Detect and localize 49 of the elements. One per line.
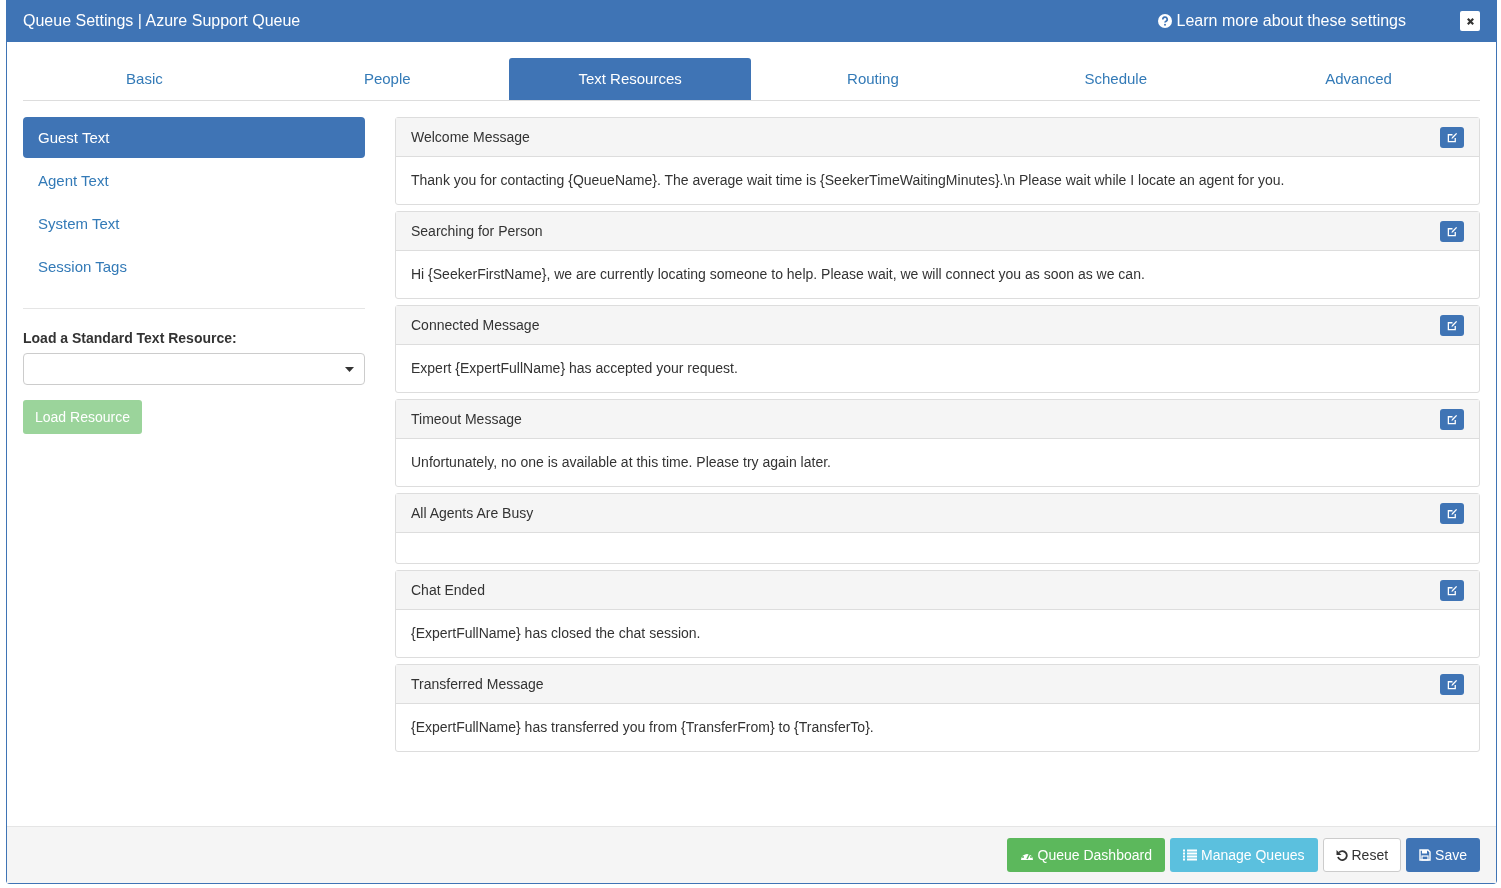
footer-button[interactable]: Queue Dashboard bbox=[1006, 838, 1165, 872]
caret-icon bbox=[345, 366, 354, 372]
panel-title: Connected Message bbox=[411, 317, 540, 333]
help-icon bbox=[1157, 14, 1172, 28]
close-icon bbox=[1465, 16, 1475, 26]
tab[interactable]: Text Resources bbox=[508, 58, 752, 100]
tab[interactable]: Advanced bbox=[1237, 58, 1480, 100]
edit-button[interactable] bbox=[1440, 408, 1464, 430]
edit-icon bbox=[1446, 225, 1458, 237]
edit-icon bbox=[1446, 413, 1458, 425]
edit-icon bbox=[1446, 584, 1458, 596]
message-text: Unfortunately, no one is available at this time. Please try again later. bbox=[411, 454, 831, 470]
message-text: Thank you for contacting {QueueName}. The average wait time is {SeekerTimeWaitingMinutes}.\n Please wait while I locate an agent for you. bbox=[411, 172, 1285, 188]
help-link[interactable]: Learn more about these settings bbox=[1157, 12, 1406, 30]
edit-icon bbox=[1446, 678, 1458, 690]
panel-title: Searching for Person bbox=[411, 223, 543, 239]
tab[interactable]: Basic bbox=[23, 58, 266, 100]
message-text: Expert {ExpertFullName} has accepted your request. bbox=[411, 360, 738, 376]
undo-icon bbox=[1335, 849, 1348, 861]
sidebar-item[interactable]: Guest Text bbox=[23, 117, 365, 158]
panel-title: Welcome Message bbox=[411, 129, 530, 145]
edit-button[interactable] bbox=[1440, 126, 1464, 148]
panel-title: All Agents Are Busy bbox=[411, 505, 534, 521]
edit-icon bbox=[1446, 507, 1458, 519]
tab[interactable]: Schedule bbox=[994, 58, 1238, 100]
tab[interactable]: People bbox=[265, 58, 509, 100]
message-text: {ExpertFullName} has closed the chat session. bbox=[411, 625, 701, 641]
edit-button[interactable] bbox=[1440, 579, 1464, 601]
panel-title: Timeout Message bbox=[411, 411, 522, 427]
message-text: Hi {SeekerFirstName}, we are currently locating someone to help. Please wait, we will connect you as soon as we can. bbox=[411, 266, 1145, 282]
message-text: {ExpertFullName} has transferred you from {TransferFrom} to {TransferTo}. bbox=[411, 719, 874, 735]
list-icon bbox=[1182, 849, 1197, 861]
sidebar-item[interactable]: System Text bbox=[23, 203, 365, 244]
footer-button[interactable]: Reset bbox=[1322, 838, 1402, 872]
edit-button[interactable] bbox=[1440, 502, 1464, 524]
edit-icon bbox=[1446, 319, 1458, 331]
edit-icon bbox=[1446, 131, 1458, 143]
footer-button[interactable]: Save bbox=[1406, 838, 1480, 872]
panel-title: Chat Ended bbox=[411, 582, 485, 598]
edit-button[interactable] bbox=[1440, 220, 1464, 242]
panel-title: Transferred Message bbox=[411, 676, 544, 692]
sidebar-item[interactable]: Session Tags bbox=[23, 246, 365, 287]
edit-button[interactable] bbox=[1440, 673, 1464, 695]
close-button[interactable] bbox=[1460, 11, 1480, 31]
tab[interactable]: Routing bbox=[751, 58, 995, 100]
field-label: Load a Standard Text Resource: bbox=[23, 330, 238, 346]
window-title: Queue Settings | Azure Support Queue bbox=[23, 12, 302, 30]
edit-button[interactable] bbox=[1440, 314, 1464, 336]
sidebar-item[interactable]: Agent Text bbox=[23, 160, 365, 201]
